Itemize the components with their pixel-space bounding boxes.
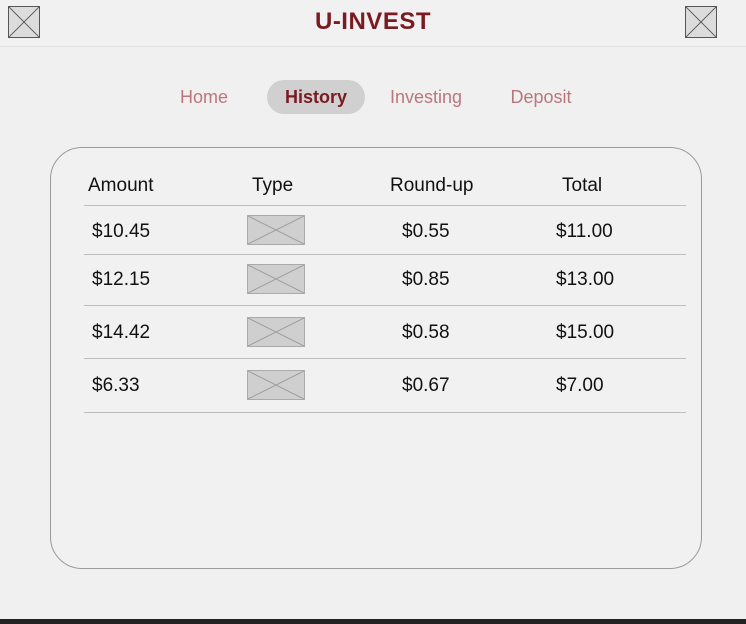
roundup-cell: $0.85 <box>402 269 450 290</box>
roundup-cell: $0.67 <box>402 375 450 396</box>
nav-home[interactable]: Home <box>168 80 240 114</box>
column-header-amount: Amount <box>88 175 154 196</box>
amount-cell: $12.15 <box>92 269 151 290</box>
total-cell: $11.00 <box>556 221 613 242</box>
nav-investing[interactable]: Investing <box>378 80 474 114</box>
history-card: Amount Type Round-up Total $10.45 $0.55 … <box>50 147 702 569</box>
amount-cell: $6.33 <box>92 375 140 396</box>
column-header-roundup: Round-up <box>390 175 474 196</box>
total-cell: $15.00 <box>556 322 615 343</box>
total-cell: $7.00 <box>556 375 604 396</box>
main-nav: Home History Investing Deposit <box>0 80 746 114</box>
roundup-cell: $0.55 <box>402 221 450 242</box>
image-placeholder-icon <box>247 317 305 347</box>
bottom-bar <box>0 619 746 624</box>
table-row[interactable]: $10.45 $0.55 $11.00 <box>84 205 686 254</box>
table-row[interactable]: $14.42 $0.58 $15.00 <box>84 305 686 358</box>
image-placeholder-icon <box>247 370 305 400</box>
table-divider <box>84 412 686 413</box>
total-cell: $13.00 <box>556 269 615 290</box>
nav-deposit[interactable]: Deposit <box>498 80 584 114</box>
app-title: U-INVEST <box>314 8 431 35</box>
table-row[interactable]: $6.33 $0.67 $7.00 <box>84 358 686 412</box>
image-placeholder-icon[interactable] <box>685 6 717 38</box>
app-header: U-INVEST <box>0 0 746 47</box>
roundup-cell: $0.58 <box>402 322 450 343</box>
image-placeholder-icon <box>247 264 305 294</box>
table-row[interactable]: $12.15 $0.85 $13.00 <box>84 254 686 305</box>
column-header-total: Total <box>562 175 603 196</box>
column-header-type: Type <box>252 175 294 196</box>
amount-cell: $10.45 <box>92 221 151 242</box>
nav-history[interactable]: History <box>267 80 365 114</box>
image-placeholder-icon <box>247 215 305 245</box>
amount-cell: $14.42 <box>92 322 151 343</box>
